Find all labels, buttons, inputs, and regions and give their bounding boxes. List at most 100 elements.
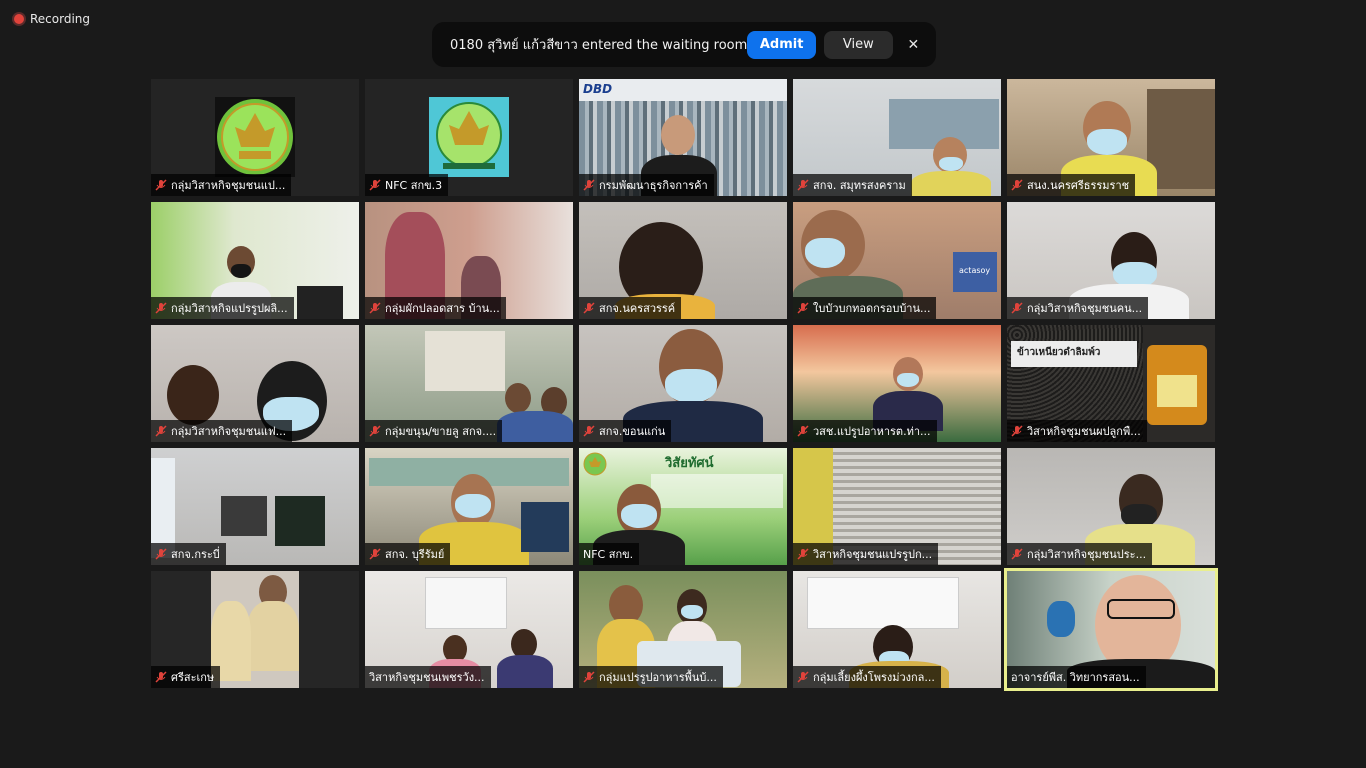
- muted-microphone-icon: [797, 302, 809, 314]
- participant-tile[interactable]: NFC สกข.3: [365, 79, 573, 196]
- participant-tile[interactable]: DBD กรมพัฒนาธุรกิจการค้า: [579, 79, 787, 196]
- participant-name: กลุ่มวิสาหกิจชุมชนแป...: [171, 179, 286, 192]
- waiting-room-message: 0180 สุวิทย์ แก้วสีขาว entered the waiti…: [450, 38, 748, 53]
- participant-name: กลุ่มวิสาหกิจชุมชนประ...: [1027, 548, 1147, 561]
- participant-name: วิสาหกิจชุมชนผปลูกพื...: [1027, 425, 1141, 438]
- organization-logo-icon: [583, 452, 607, 476]
- participant-tile[interactable]: วสช.แปรูปอาหารต.ท่า...: [793, 325, 1001, 442]
- muted-microphone-icon: [797, 548, 809, 560]
- participant-name-tag: สกจ. สมุทรสงคราม: [793, 174, 912, 196]
- participant-tile[interactable]: กลุ่มวิสาหกิจแปรรูปผลิ...: [151, 202, 359, 319]
- participant-name: กลุ่มเลี้ยงผึ้งโพรงม่วงกล...: [813, 671, 935, 684]
- participant-tile[interactable]: ข้าวเหนียวดำลิมพ์ว วิสาหกิจชุมชนผปลูกพื.…: [1007, 325, 1215, 442]
- product-box-text: actasoy: [959, 266, 991, 275]
- participant-name: กลุ่มวิสาหกิจชุมชนคน...: [1027, 302, 1143, 315]
- dbd-logo-text: DBD: [583, 82, 613, 96]
- participant-name-tag: ศรีสะเกษ: [151, 666, 221, 688]
- admit-button[interactable]: Admit: [747, 30, 816, 59]
- participant-name: กลุ่มขนุน/ขายลู สกจ....: [385, 425, 497, 438]
- participant-tile[interactable]: กลุ่มผักปลอดสาร บ้าน...: [365, 202, 573, 319]
- muted-microphone-icon: [1011, 425, 1023, 437]
- muted-microphone-icon: [1011, 179, 1023, 191]
- participant-name-tag: กลุ่มวิสาหกิจชุมชนคน...: [1007, 297, 1149, 319]
- participant-tile[interactable]: กลุ่มเลี้ยงผึ้งโพรงม่วงกล...: [793, 571, 1001, 688]
- recording-label: Recording: [30, 12, 91, 26]
- muted-microphone-icon: [583, 302, 595, 314]
- muted-microphone-icon: [583, 425, 595, 437]
- participant-name: สนง.นครศรีธรรมราช: [1027, 179, 1130, 192]
- muted-microphone-icon: [583, 671, 595, 683]
- muted-microphone-icon: [797, 179, 809, 191]
- participant-name-tag: NFC สกข.: [579, 543, 640, 565]
- participant-name-tag: วสช.แปรูปอาหารต.ท่า...: [793, 420, 937, 442]
- muted-microphone-icon: [369, 179, 381, 191]
- muted-microphone-icon: [155, 548, 167, 560]
- participant-tile[interactable]: actasoy ใบบัวบกทอดกรอบบ้าน...: [793, 202, 1001, 319]
- recording-indicator[interactable]: Recording: [14, 12, 90, 26]
- participant-name: กรมพัฒนาธุรกิจการค้า: [599, 179, 708, 192]
- muted-microphone-icon: [369, 425, 381, 437]
- participant-name: กลุ่มวิสาหกิจชุมชนแฟ...: [171, 425, 287, 438]
- participant-name: ศรีสะเกษ: [171, 671, 215, 684]
- participant-name-tag: สกจ. บุรีรัมย์: [365, 543, 451, 565]
- participant-name: วสช.แปรูปอาหารต.ท่า...: [813, 425, 931, 438]
- participant-tile[interactable]: กลุ่มแปรรูปอาหารพื้นบ้...: [579, 571, 787, 688]
- participant-name-tag: กลุ่มผักปลอดสาร บ้าน...: [365, 297, 506, 319]
- participant-tile[interactable]: กลุ่มขนุน/ขายลู สกจ....: [365, 325, 573, 442]
- participant-name: สกจ.กระบี่: [171, 548, 220, 561]
- muted-microphone-icon: [797, 425, 809, 437]
- muted-microphone-icon: [155, 425, 167, 437]
- participant-name-tag: อาจารย์พีส. วิทยากรสอน...: [1007, 666, 1146, 688]
- participant-name: ใบบัวบกทอดกรอบบ้าน...: [813, 302, 931, 315]
- participant-tile[interactable]: กลุ่มวิสาหกิจชุมชนประ...: [1007, 448, 1215, 565]
- participant-tile[interactable]: สกจ. สมุทรสงคราม: [793, 79, 1001, 196]
- participant-tile[interactable]: กลุ่มวิสาหกิจชุมชนแป...: [151, 79, 359, 196]
- muted-microphone-icon: [583, 179, 595, 191]
- participant-name-tag: สกจ.กระบี่: [151, 543, 226, 565]
- participant-name-tag: วิสาหกิจชุมชนแปรรูปก...: [793, 543, 939, 565]
- view-button[interactable]: View: [823, 30, 893, 59]
- video-gallery: กลุ่มวิสาหกิจชุมชนแป... NFC สกข.3 DBD กร…: [151, 79, 1218, 691]
- muted-microphone-icon: [369, 548, 381, 560]
- participant-name: สกจ.ขอนแก่น: [599, 425, 666, 438]
- participant-tile[interactable]: สนง.นครศรีธรรมราช: [1007, 79, 1215, 196]
- participant-name: สกจ. สมุทรสงคราม: [813, 179, 906, 192]
- participant-name-tag: กรมพัฒนาธุรกิจการค้า: [579, 174, 714, 196]
- participant-name-tag: กลุ่มเลี้ยงผึ้งโพรงม่วงกล...: [793, 666, 941, 688]
- participant-name-tag: วิสาหกิจชุมชนผปลูกพื...: [1007, 420, 1147, 442]
- participant-name-tag: สกจ.ขอนแก่น: [579, 420, 672, 442]
- close-icon[interactable]: ✕: [901, 31, 926, 59]
- participant-tile[interactable]: สกจ.กระบี่: [151, 448, 359, 565]
- participant-name-tag: กลุ่มแปรรูปอาหารพื้นบ้...: [579, 666, 723, 688]
- participant-tile[interactable]: วิสาหกิจชุมชนเพชรวัง...: [365, 571, 573, 688]
- participant-name: สกจ. บุรีรัมย์: [385, 548, 445, 561]
- active-speaker-tile[interactable]: อาจารย์พีส. วิทยากรสอน...: [1004, 568, 1218, 691]
- participant-name: NFC สกข.3: [385, 179, 443, 192]
- muted-microphone-icon: [369, 302, 381, 314]
- muted-microphone-icon: [1011, 548, 1023, 560]
- slide-title: วิสัยทัศน์: [665, 456, 714, 471]
- participant-tile[interactable]: สกจ.นครสวรรค์: [579, 202, 787, 319]
- participant-name-tag: สนง.นครศรีธรรมราช: [1007, 174, 1136, 196]
- participant-tile[interactable]: วิสาหกิจชุมชนแปรรูปก...: [793, 448, 1001, 565]
- participant-tile[interactable]: สกจ.ขอนแก่น: [579, 325, 787, 442]
- participant-name: กลุ่มผักปลอดสาร บ้าน...: [385, 302, 500, 315]
- participant-name: วิสาหกิจชุมชนแปรรูปก...: [813, 548, 933, 561]
- participant-tile[interactable]: วิสัยทัศน์ NFC สกข.: [579, 448, 787, 565]
- participant-name: สกจ.นครสวรรค์: [599, 302, 676, 315]
- participant-name-tag: สกจ.นครสวรรค์: [579, 297, 682, 319]
- participant-name: อาจารย์พีส. วิทยากรสอน...: [1011, 671, 1140, 684]
- muted-microphone-icon: [1011, 302, 1023, 314]
- muted-microphone-icon: [155, 179, 167, 191]
- participant-tile[interactable]: กลุ่มวิสาหกิจชุมชนคน...: [1007, 202, 1215, 319]
- organization-logo-icon: [429, 97, 509, 177]
- participant-tile[interactable]: กลุ่มวิสาหกิจชุมชนแฟ...: [151, 325, 359, 442]
- participant-tile[interactable]: สกจ. บุรีรัมย์: [365, 448, 573, 565]
- muted-microphone-icon: [155, 671, 167, 683]
- participant-name: กลุ่มวิสาหกิจแปรรูปผลิ...: [171, 302, 288, 315]
- participant-name-tag: ใบบัวบกทอดกรอบบ้าน...: [793, 297, 937, 319]
- participant-name-tag: NFC สกข.3: [365, 174, 449, 196]
- participant-name-tag: กลุ่มวิสาหกิจแปรรูปผลิ...: [151, 297, 294, 319]
- participant-tile[interactable]: ศรีสะเกษ: [151, 571, 359, 688]
- participant-name: กลุ่มแปรรูปอาหารพื้นบ้...: [599, 671, 717, 684]
